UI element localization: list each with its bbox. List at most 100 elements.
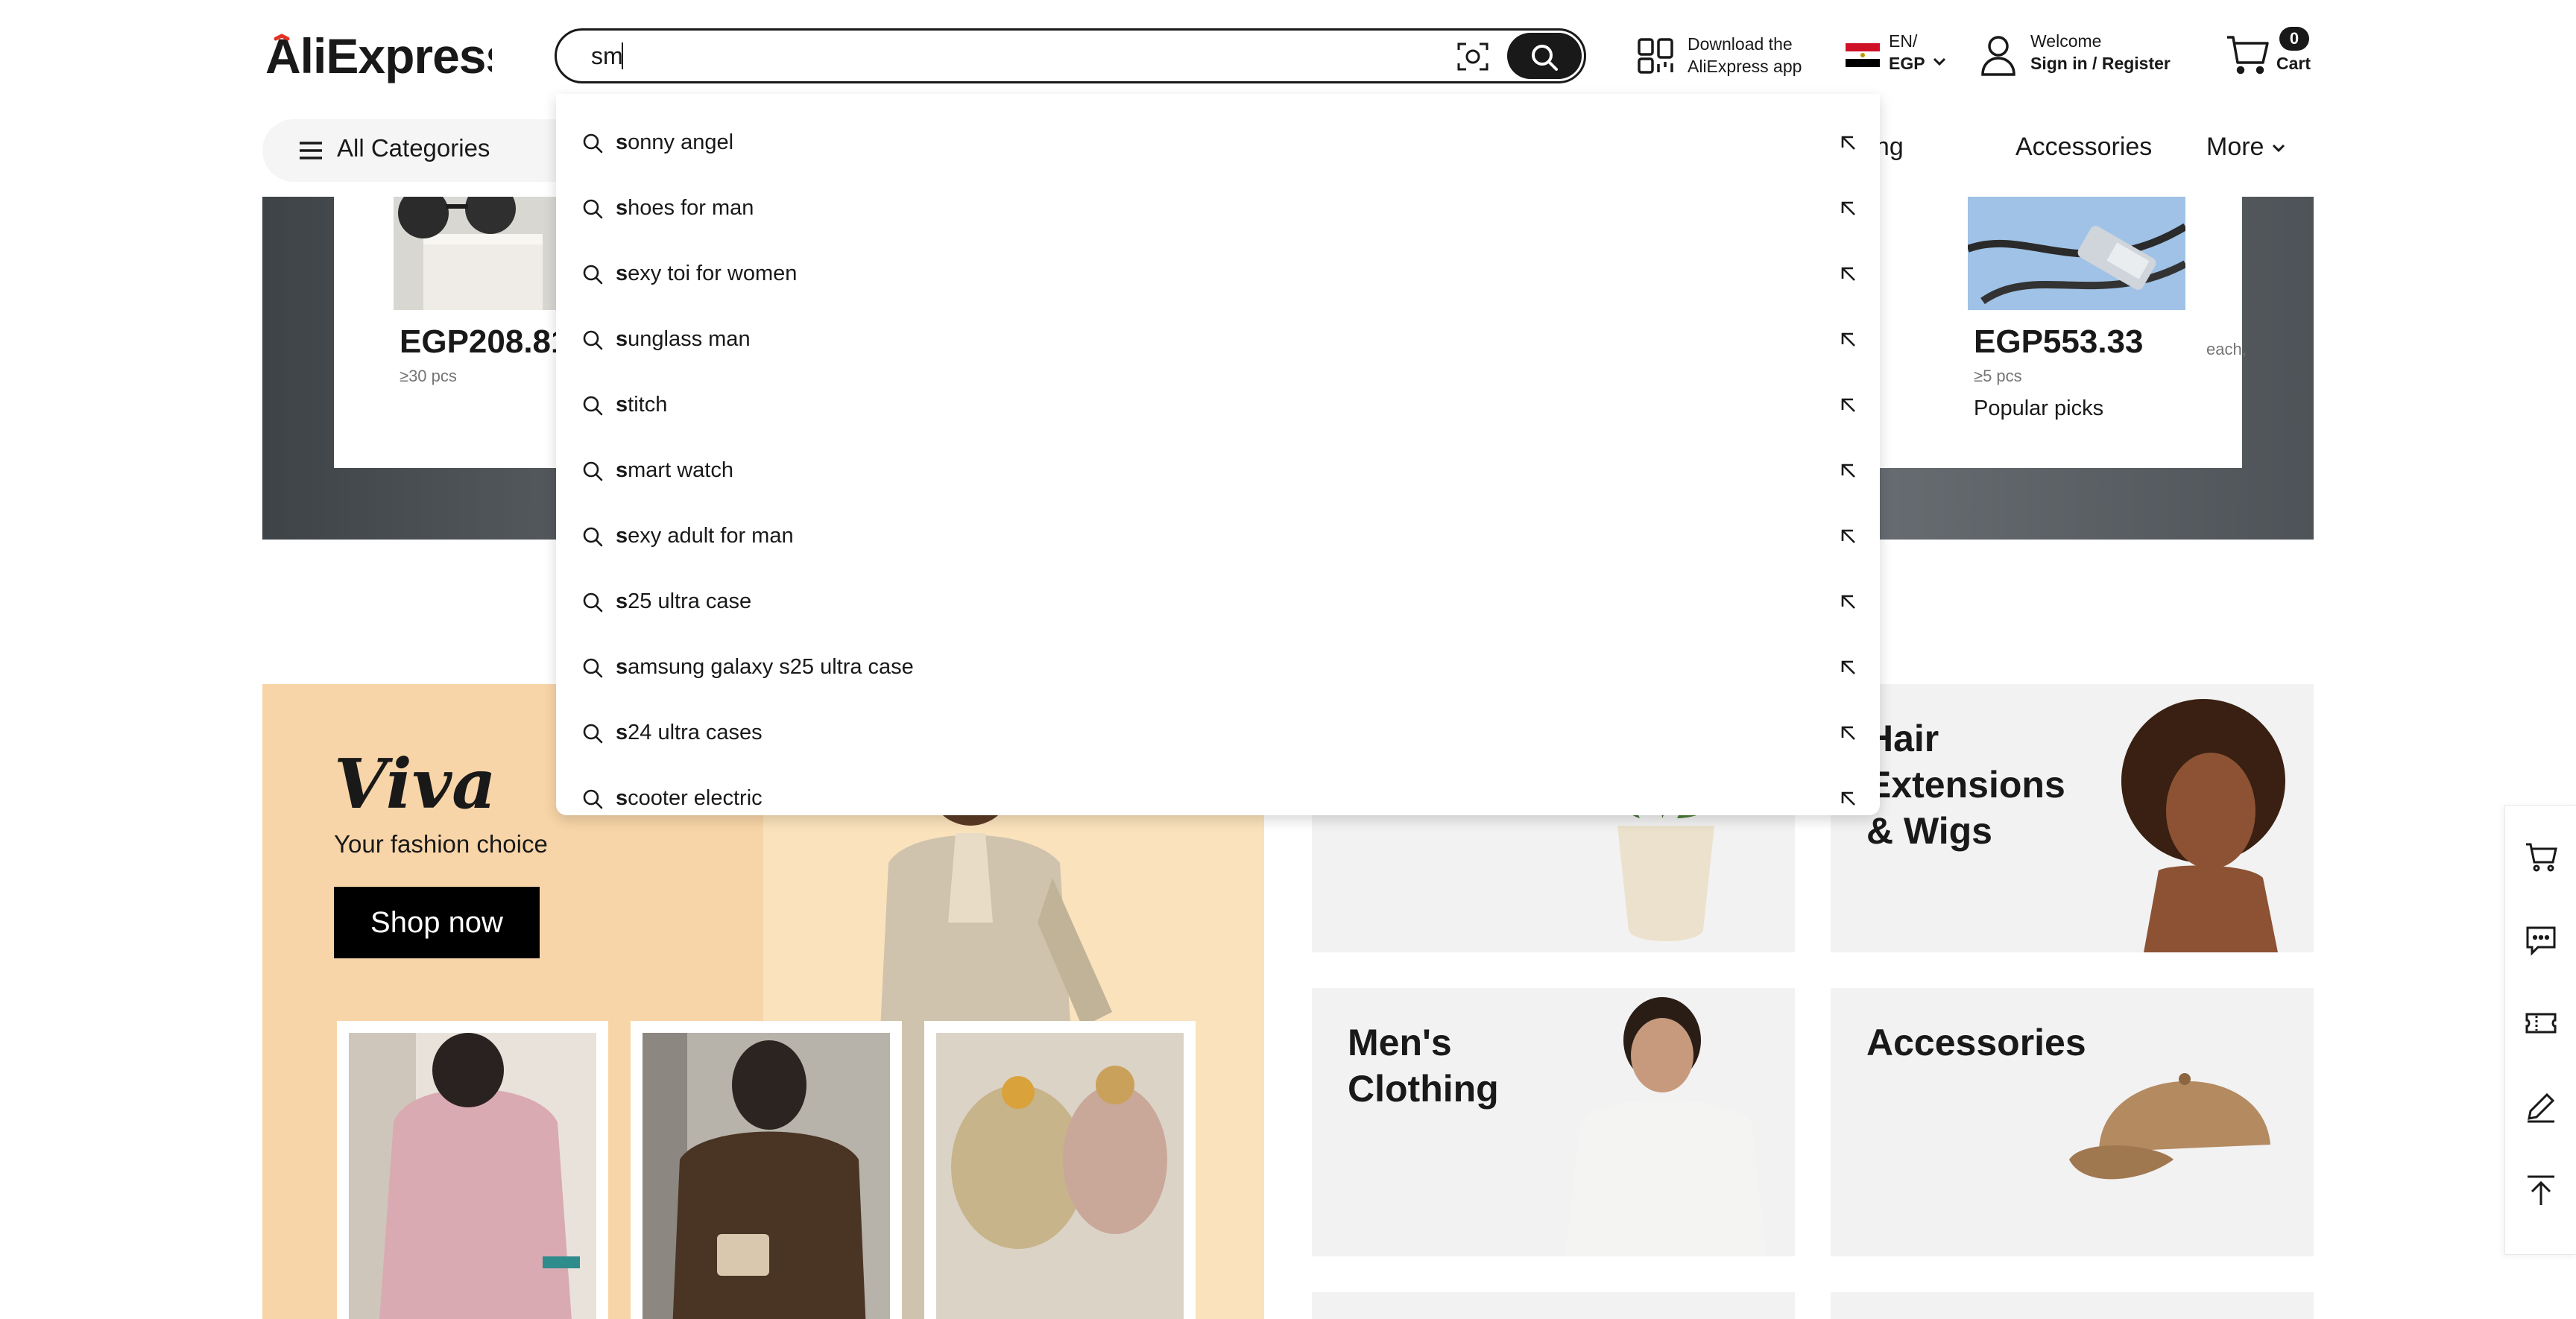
category-tile-accessories[interactable]: Accessories	[1831, 988, 2314, 1256]
deal-min-qty-left: ≥30 pcs	[400, 367, 457, 385]
viva-product-jewelry[interactable]	[924, 1021, 1196, 1319]
fill-query-arrow-icon[interactable]	[1838, 329, 1859, 350]
aliexpress-logo[interactable]: AliExpress	[265, 28, 492, 85]
all-categories-label: All Categories	[337, 134, 490, 162]
chevron-down-icon	[1933, 57, 1946, 66]
search-icon	[583, 133, 603, 154]
baseball-cap-image	[2069, 1073, 2270, 1180]
suggestion-match: s	[616, 458, 628, 482]
search-suggestion-item[interactable]: sunglass man	[556, 309, 1880, 374]
coupon-icon[interactable]	[2525, 1007, 2557, 1040]
suggestion-rest: mart watch	[628, 458, 733, 482]
search-icon	[583, 724, 603, 744]
floating-toolbar	[2504, 805, 2576, 1255]
suggestion-match: s	[616, 130, 628, 154]
category-tile-partial-left[interactable]	[1312, 1292, 1795, 1319]
search-button[interactable]	[1507, 33, 1582, 79]
suggestion-match: s	[616, 589, 628, 613]
category-tile-mens-clothing[interactable]: Men's Clothing	[1312, 988, 1795, 1256]
search-suggestion-item[interactable]: shoes for man	[556, 177, 1880, 243]
search-icon	[583, 265, 603, 285]
usb-cable-product-image[interactable]	[1968, 197, 2185, 310]
suggestion-match: s	[616, 327, 628, 351]
search-suggestion-item[interactable]: smart watch	[556, 440, 1880, 505]
suggestion-match: s	[616, 262, 628, 285]
category-tile-partial-right[interactable]	[1831, 1292, 2314, 1319]
suggestion-text: stitch	[616, 393, 667, 417]
man-white-shirt-image	[1565, 997, 1767, 1256]
deal-price-left: EGP208.81	[400, 323, 569, 360]
suggestion-match: s	[616, 524, 628, 548]
search-suggestion-item[interactable]: samsung galaxy s25 ultra case	[556, 636, 1880, 702]
suggestion-rest: exy toi for women	[628, 262, 798, 285]
image-search-icon[interactable]	[1456, 39, 1490, 74]
search-icon	[583, 658, 603, 678]
cart-icon[interactable]	[2525, 840, 2557, 873]
search-suggestion-item[interactable]: sexy adult for man	[556, 505, 1880, 571]
download-app-line2: AliExpress app	[1688, 57, 1802, 76]
viva-product-leather-jacket[interactable]	[631, 1021, 902, 1319]
search-suggestion-item[interactable]: sonny angel	[556, 112, 1880, 177]
sign-in-register-link[interactable]: Sign in / Register	[2030, 54, 2171, 74]
nav-link-more[interactable]: More	[2206, 133, 2286, 162]
suggestion-rest: titch	[628, 393, 668, 417]
suggestion-rest: 25 ultra case	[628, 589, 752, 613]
shop-now-button[interactable]: Shop now	[334, 887, 540, 958]
suggestion-rest: onny angel	[628, 130, 734, 154]
fill-query-arrow-icon[interactable]	[1838, 657, 1859, 678]
suggestion-match: s	[616, 655, 628, 679]
suggestion-rest: cooter electric	[628, 786, 763, 810]
fill-query-arrow-icon[interactable]	[1838, 133, 1859, 154]
chat-icon[interactable]	[2525, 923, 2557, 956]
deal-min-qty-right: ≥5 pcs	[1974, 367, 2022, 385]
jewelry-image	[936, 1033, 1184, 1319]
egypt-flag-icon	[1846, 43, 1880, 67]
suggestion-text: shoes for man	[616, 196, 754, 221]
fill-query-arrow-icon[interactable]	[1838, 526, 1859, 547]
suggestion-text: sunglass man	[616, 327, 751, 352]
back-to-top-icon[interactable]	[2525, 1174, 2557, 1206]
nav-link-accessories[interactable]: Accessories	[2015, 133, 2152, 162]
fill-query-arrow-icon[interactable]	[1838, 395, 1859, 416]
cart-label: Cart	[2276, 54, 2311, 73]
search-bar	[555, 28, 1586, 83]
search-icon	[583, 199, 603, 219]
fill-query-arrow-icon[interactable]	[1838, 592, 1859, 613]
language-currency-selector[interactable]: EN/ EGP	[1846, 30, 1950, 80]
all-categories-button[interactable]: All Categories	[262, 119, 590, 182]
leather-jacket-image	[643, 1033, 890, 1319]
viva-product-sweater[interactable]	[337, 1021, 608, 1319]
fill-query-arrow-icon[interactable]	[1838, 198, 1859, 219]
search-suggestion-item[interactable]: stitch	[556, 374, 1880, 440]
search-suggestion-item[interactable]: scooter electric	[556, 768, 1880, 833]
category-label-accessories: Accessories	[1866, 1022, 2086, 1063]
svg-text:AliExpress: AliExpress	[265, 28, 492, 83]
download-app-line1: Download the	[1688, 34, 1793, 54]
suggestion-rest: amsung galaxy s25 ultra case	[628, 655, 914, 679]
cart-link[interactable]: 0 Cart	[2226, 27, 2323, 80]
category-tile-hair-extensions[interactable]: Hair Extensions & Wigs	[1831, 684, 2314, 952]
fill-query-arrow-icon[interactable]	[1838, 723, 1859, 744]
search-input[interactable]	[591, 41, 1351, 71]
fill-query-arrow-icon[interactable]	[1838, 264, 1859, 285]
sunglasses-product-image[interactable]	[394, 197, 569, 310]
fill-query-arrow-icon[interactable]	[1838, 788, 1859, 809]
text-caret	[622, 42, 623, 69]
viva-subtitle: Your fashion choice	[334, 830, 548, 858]
qr-code-icon	[1638, 38, 1673, 74]
account-menu[interactable]: Welcome Sign in / Register	[1980, 30, 2188, 80]
fill-query-arrow-icon[interactable]	[1838, 461, 1859, 481]
edit-icon[interactable]	[2525, 1090, 2557, 1123]
suggestion-text: sonny angel	[616, 130, 733, 155]
suggestion-match: s	[616, 393, 628, 417]
search-icon	[583, 396, 603, 416]
category-label-hair: Hair Extensions & Wigs	[1866, 718, 2065, 852]
search-suggestions-dropdown: sonny angel shoes for man sexy toi for wom…	[556, 94, 1880, 815]
search-icon	[583, 527, 603, 547]
search-suggestion-item[interactable]: s25 ultra case	[556, 571, 1880, 636]
download-app-link[interactable]: Download the AliExpress app	[1637, 33, 1816, 80]
search-suggestion-item[interactable]: s24 ultra cases	[556, 702, 1880, 768]
search-icon	[1532, 45, 1558, 71]
cart-count-badge: 0	[2279, 27, 2309, 51]
search-suggestion-item[interactable]: sexy toi for women	[556, 243, 1880, 309]
